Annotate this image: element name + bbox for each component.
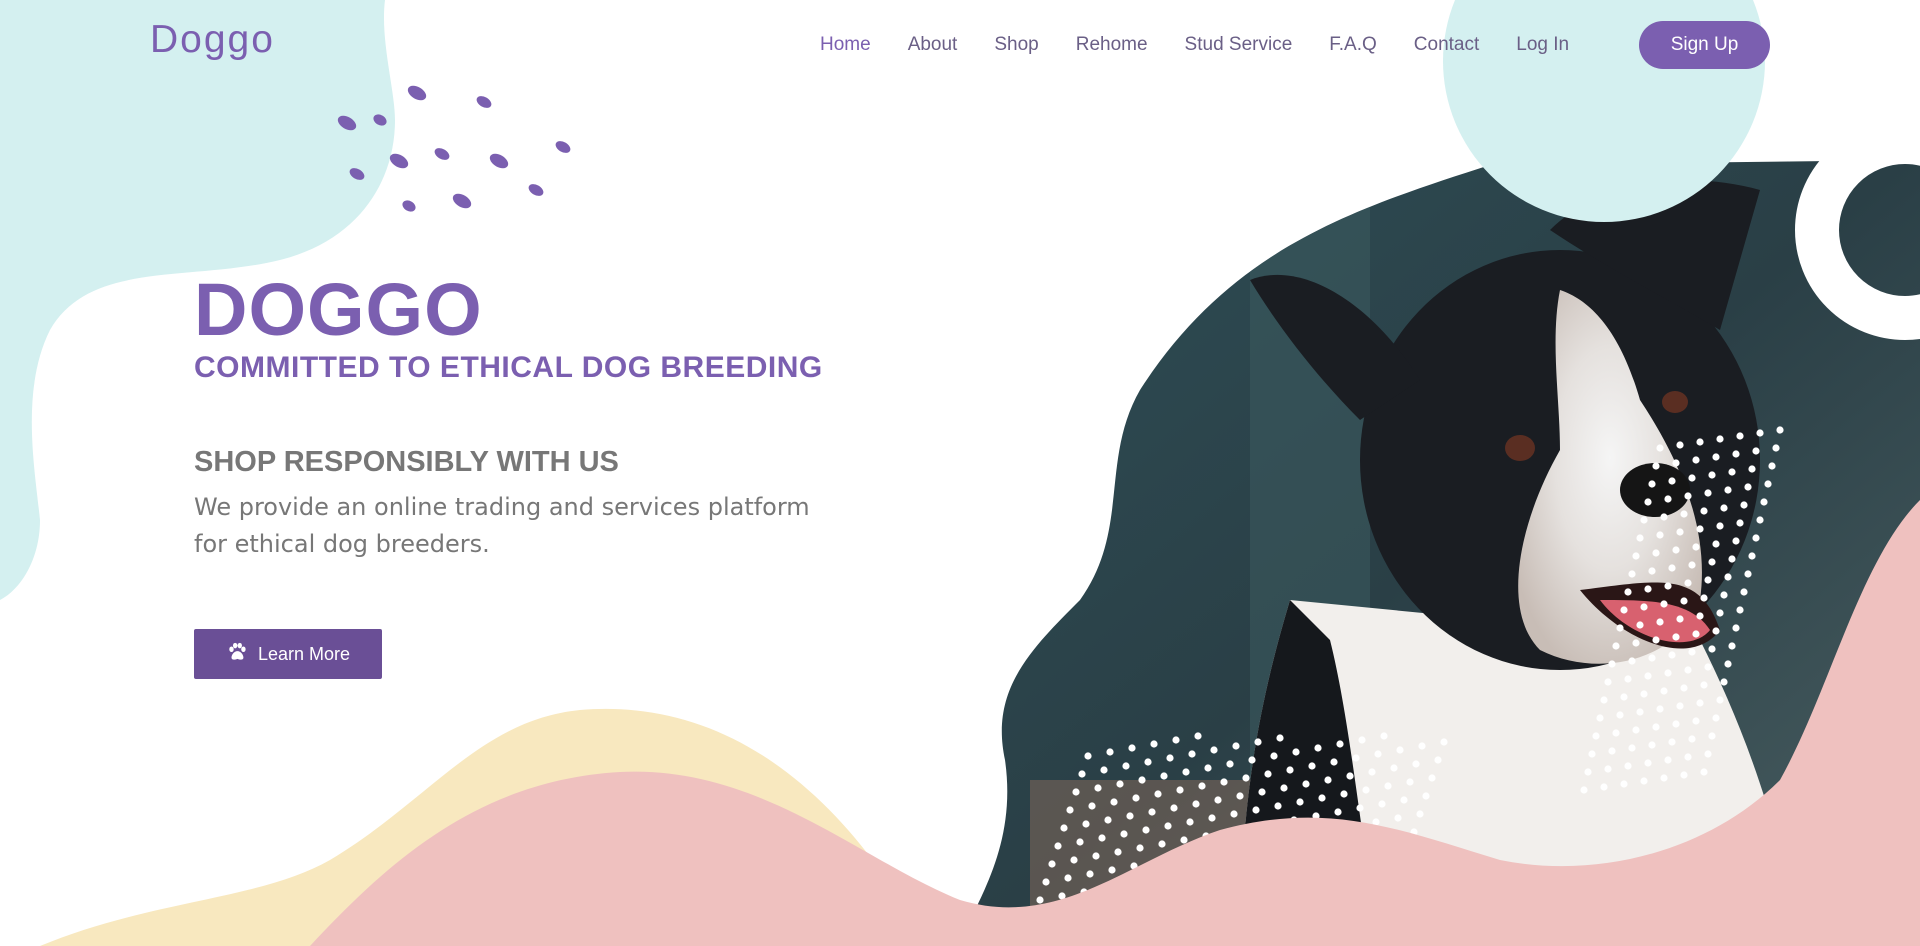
learn-more-button[interactable]: Learn More	[194, 629, 382, 679]
main-nav: Home About Shop Rehome Stud Service F.A.…	[820, 0, 1606, 90]
nav-contact[interactable]: Contact	[1414, 34, 1479, 56]
nav-shop[interactable]: Shop	[994, 34, 1038, 56]
nav-about[interactable]: About	[908, 34, 958, 56]
logo[interactable]: Doggo	[150, 18, 275, 62]
nav-rehome[interactable]: Rehome	[1076, 34, 1148, 56]
nav-faq[interactable]: F.A.Q	[1329, 34, 1377, 56]
section-heading: SHOP RESPONSIBLY WITH US	[194, 446, 619, 478]
signup-button[interactable]: Sign Up	[1639, 21, 1770, 69]
section-text: We provide an online trading and service…	[194, 493, 810, 558]
learn-more-label: Learn More	[257, 643, 351, 664]
nav-home[interactable]: Home	[820, 34, 871, 56]
hero-section: DOGGO COMMITTED TO ETHICAL DOG BREEDING …	[194, 270, 894, 563]
hero-subtitle: COMMITTED TO ETHICAL DOG BREEDING	[194, 351, 823, 384]
hero-title: DOGGO	[194, 268, 483, 351]
nav-stud-service[interactable]: Stud Service	[1185, 34, 1293, 56]
paw-icon	[226, 641, 248, 668]
nav-login[interactable]: Log In	[1516, 34, 1569, 56]
